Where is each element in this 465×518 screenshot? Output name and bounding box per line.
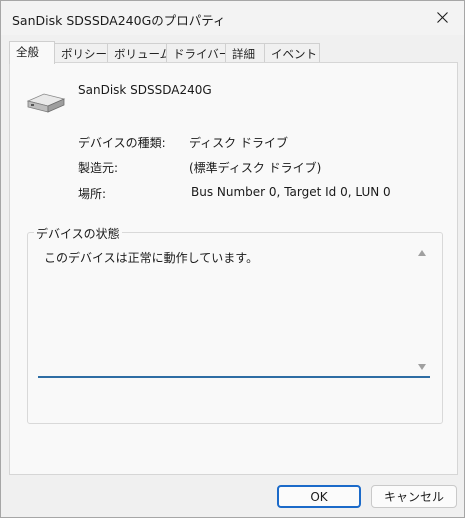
tab-strip: 全般 ポリシー ボリューム ドライバー 詳細 イベント — [9, 41, 320, 64]
tab-details[interactable]: 詳細 — [225, 43, 265, 64]
device-type-label: デバイスの種類: — [78, 136, 166, 150]
scroll-down-icon[interactable] — [417, 362, 427, 372]
manufacturer-label: 製造元: — [78, 161, 119, 175]
window-title: SanDisk SDSSDA240Gのプロパティ — [12, 13, 226, 28]
tab-policies[interactable]: ポリシー — [54, 43, 108, 64]
tab-driver[interactable]: ドライバー — [166, 43, 230, 64]
cancel-button[interactable]: キャンセル — [371, 485, 457, 508]
drive-icon — [26, 93, 66, 113]
device-status-textbox[interactable]: このデバイスは正常に動作しています。 — [38, 245, 430, 378]
close-button[interactable] — [420, 1, 464, 33]
status-scrollbar[interactable] — [414, 245, 430, 376]
device-type-value: ディスク ドライブ — [189, 136, 288, 150]
device-name: SanDisk SDSSDA240G — [78, 83, 212, 97]
device-status-label: デバイスの状態 — [34, 225, 122, 242]
location-value: Bus Number 0, Target Id 0, LUN 0 — [191, 185, 391, 199]
device-status-text: このデバイスは正常に動作しています。 — [44, 251, 259, 265]
location-label: 場所: — [78, 187, 107, 201]
tab-volumes[interactable]: ボリューム — [107, 43, 171, 64]
manufacturer-value: (標準ディスク ドライブ) — [189, 161, 322, 175]
general-tab-panel: SanDisk SDSSDA240G デバイスの種類: ディスク ドライブ 製造… — [9, 62, 458, 475]
ok-button[interactable]: OK — [277, 485, 361, 508]
tab-events[interactable]: イベント — [264, 43, 320, 64]
scroll-up-icon[interactable] — [417, 248, 427, 258]
tab-general[interactable]: 全般 — [9, 41, 55, 64]
close-icon — [436, 11, 448, 23]
device-status-group: デバイスの状態 このデバイスは正常に動作しています。 — [27, 225, 443, 424]
title-bar: SanDisk SDSSDA240Gのプロパティ — [1, 1, 464, 35]
properties-dialog: SanDisk SDSSDA240Gのプロパティ 全般 ポリシー ボリューム ド… — [0, 0, 465, 518]
